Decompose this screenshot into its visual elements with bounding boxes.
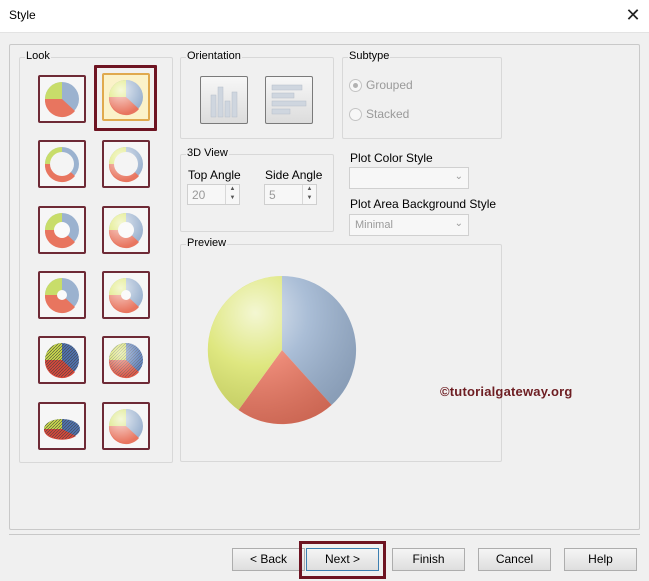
close-icon[interactable]: ✕ [622,4,644,26]
plot-area-bg-style-value: Minimal [355,219,393,231]
orientation-label: Orientation [186,50,242,62]
preview-pie-chart [207,275,357,425]
radio-unselected-icon [349,107,362,121]
watermark-text: ©tutorialgateway.org [440,384,573,399]
side-angle-up-icon[interactable]: ▲ [303,185,316,194]
3d-view-label: 3D View [186,147,229,159]
plot-color-style-label: Plot Color Style [350,151,433,165]
vertical-bar-orientation-button[interactable] [200,76,248,124]
look-thin-ring[interactable] [38,140,86,188]
look-lit-pie[interactable] [102,402,150,450]
top-angle-up-icon[interactable]: ▲ [226,185,239,194]
cancel-button[interactable]: Cancel [478,548,551,571]
subtype-grouped-radio[interactable]: Grouped [349,78,413,92]
look-textured-pie-lit[interactable] [102,336,150,384]
top-angle-label: Top Angle [188,168,241,182]
top-angle-value: 20 [192,188,206,202]
next-button[interactable]: Next > [306,548,379,571]
subtype-grouped-label: Grouped [366,78,413,92]
side-angle-label: Side Angle [265,168,323,182]
chevron-down-icon: ⌄ [454,218,463,229]
horizontal-bar-orientation-button[interactable] [265,76,313,124]
side-angle-down-icon[interactable]: ▼ [303,194,316,203]
help-button[interactable]: Help [564,548,637,571]
preview-label: Preview [186,237,228,249]
radio-selected-icon [349,78,362,92]
top-angle-down-icon[interactable]: ▼ [226,194,239,203]
subtype-stacked-label: Stacked [366,107,410,121]
look-flat-pie[interactable] [38,75,86,123]
chevron-down-icon: ⌄ [454,171,463,182]
subtype-stacked-radio[interactable]: Stacked [349,107,409,121]
footer-divider [9,534,640,535]
look-label: Look [25,50,51,62]
plot-area-bg-style-label: Plot Area Background Style [350,197,497,211]
look-small-hole-donut-lit[interactable] [102,271,150,319]
window-title: Style [9,8,36,22]
top-angle-stepper[interactable]: 20 ▲ ▼ [187,184,240,205]
look-donut-lit[interactable] [102,206,150,254]
look-3d-pie[interactable] [102,73,150,121]
vertical-bars-icon [210,86,238,118]
plot-area-bg-style-select[interactable]: Minimal ⌄ [349,214,469,236]
plot-color-style-select[interactable]: ⌄ [349,167,469,189]
subtype-label: Subtype [348,50,391,62]
subtype-group [342,57,502,139]
look-donut[interactable] [38,206,86,254]
side-angle-value: 5 [269,188,276,202]
title-bar: Style ✕ [0,0,649,33]
finish-button[interactable]: Finish [392,548,465,571]
look-tilted-textured-pie[interactable] [38,402,86,450]
back-button[interactable]: < Back [232,548,305,571]
horizontal-bars-icon [271,84,307,115]
look-textured-pie[interactable] [38,336,86,384]
look-small-hole-donut[interactable] [38,271,86,319]
look-ring-lit[interactable] [102,140,150,188]
side-angle-stepper[interactable]: 5 ▲ ▼ [264,184,317,205]
